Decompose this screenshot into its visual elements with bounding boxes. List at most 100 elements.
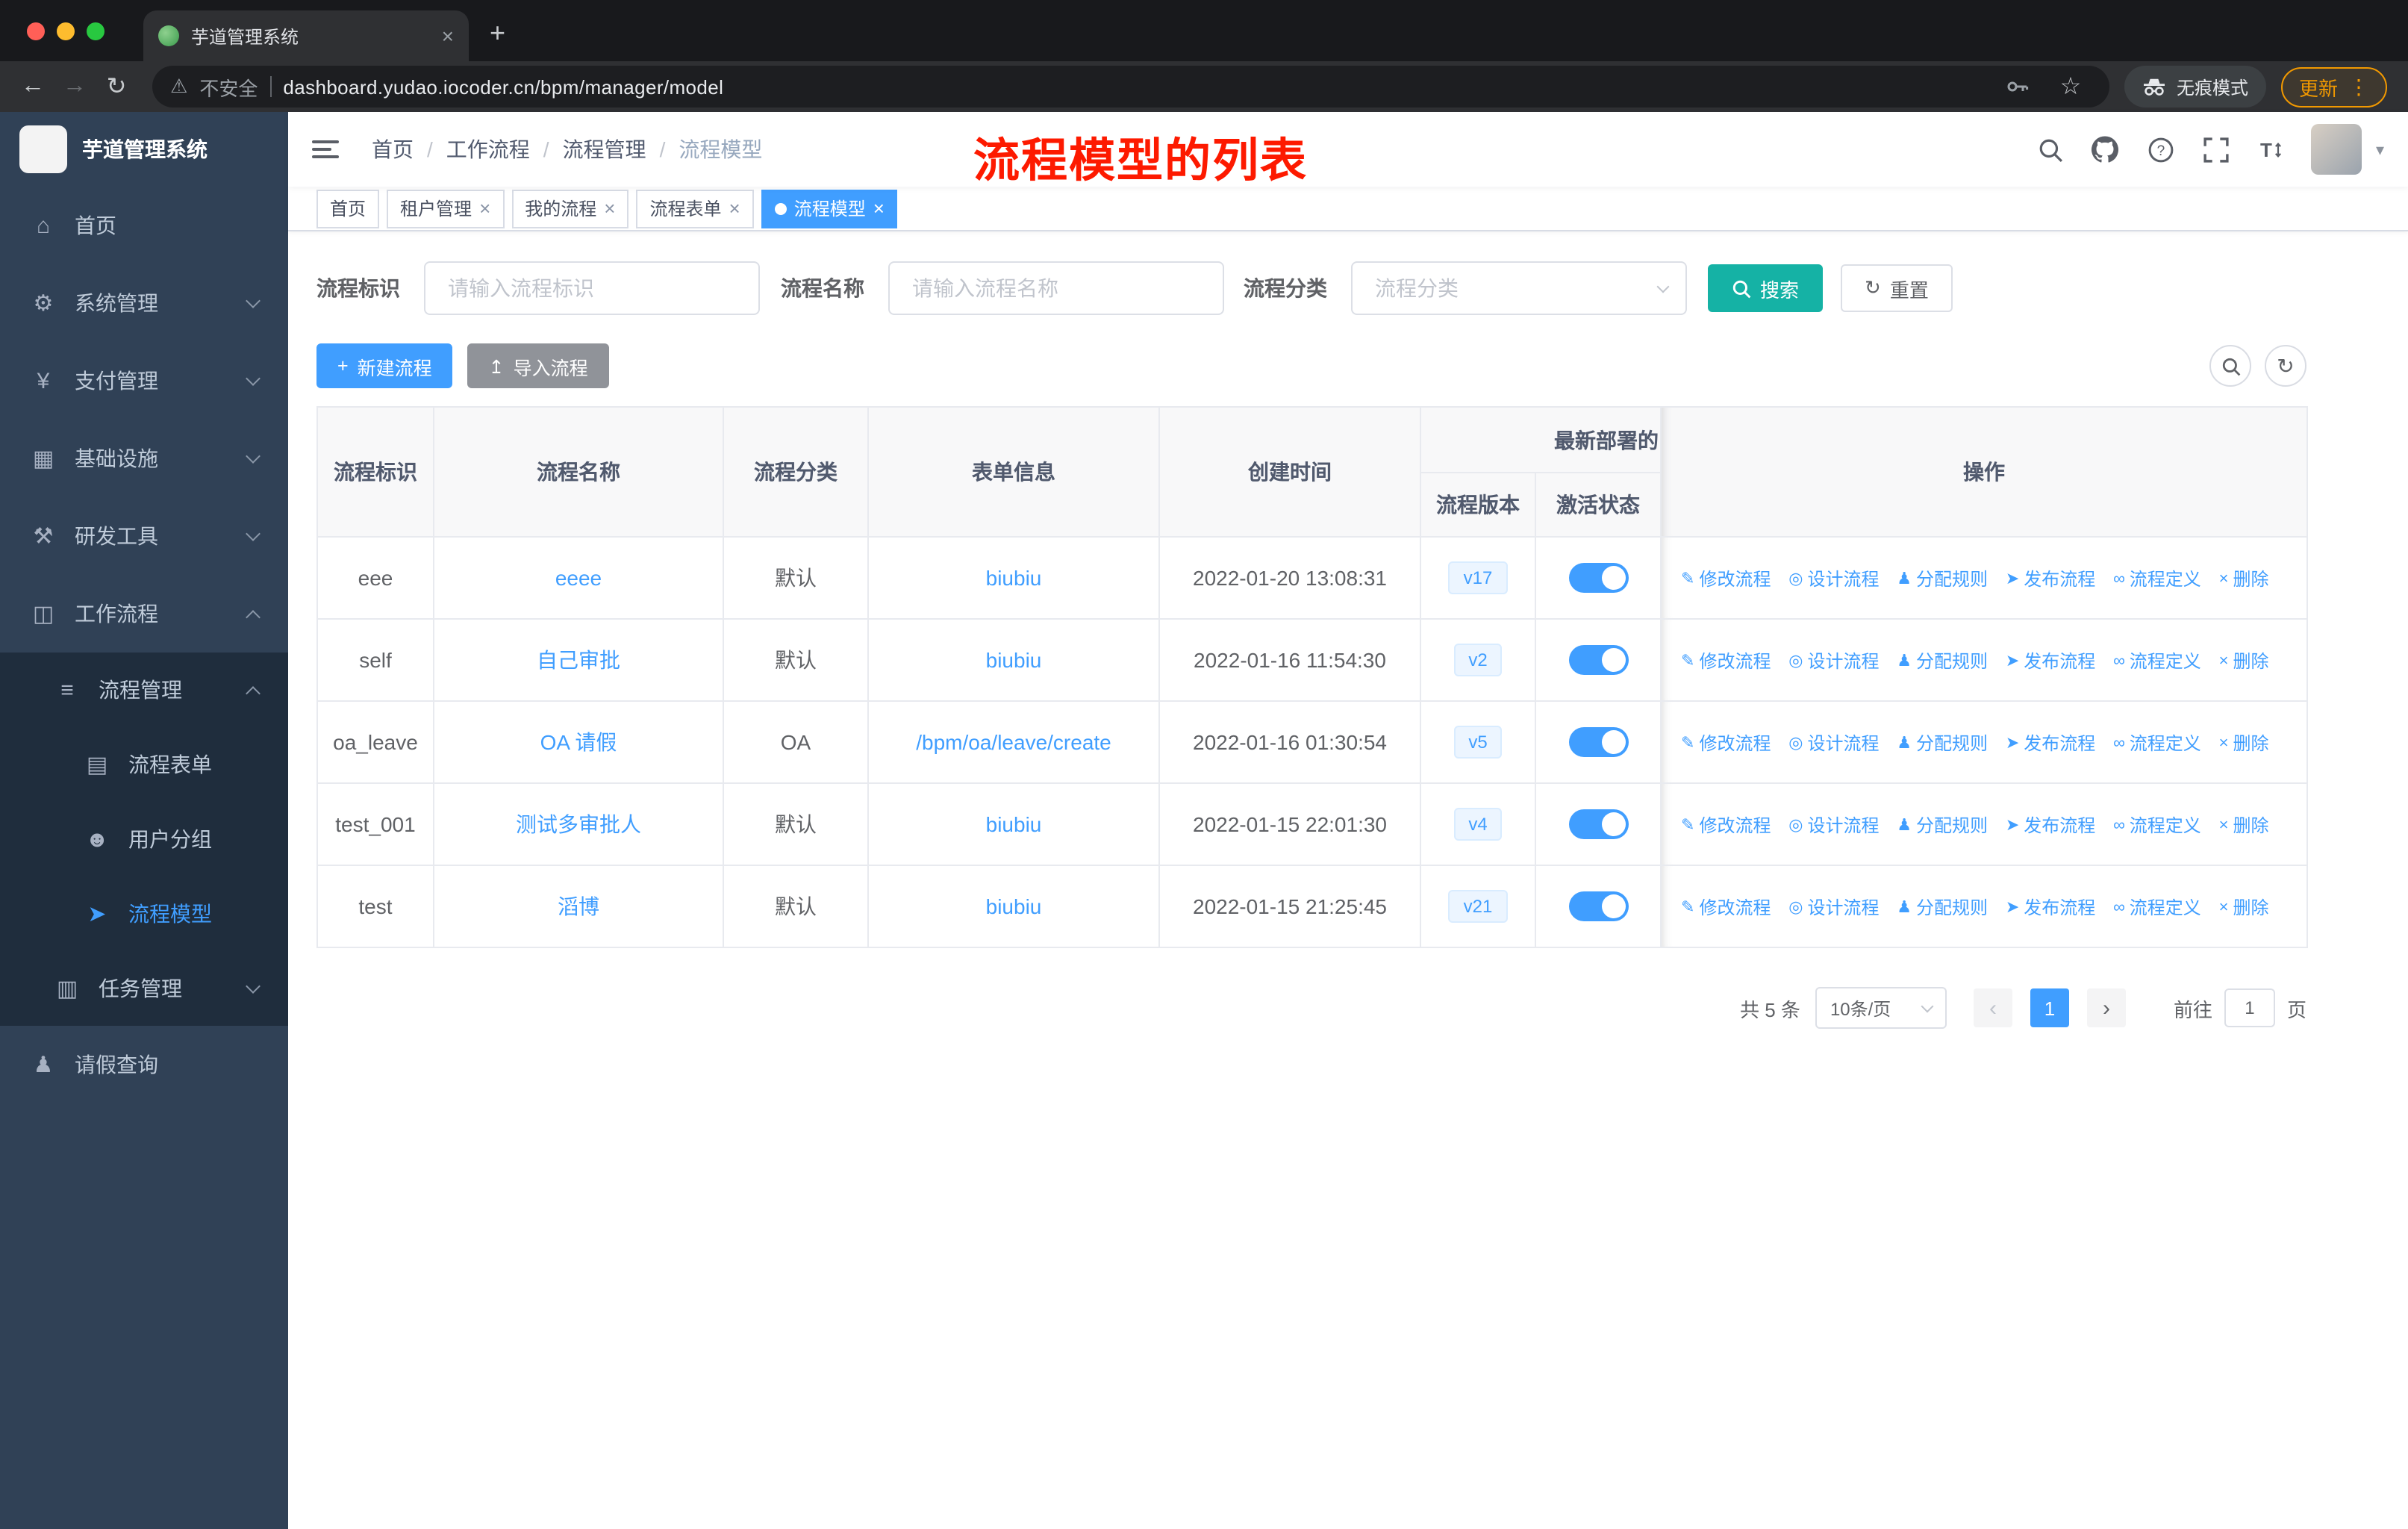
window-minimize-button[interactable] [57,22,75,40]
publish-process-link[interactable]: ➤ 发布流程 [2006,730,2095,756]
password-key-icon[interactable] [1996,66,2038,108]
avatar-caret-icon[interactable]: ▾ [2376,140,2384,159]
browser-tab[interactable]: 芋道管理系统 × [143,10,469,61]
modify-process-link[interactable]: ✎ 修改流程 [1681,730,1771,756]
design-process-link[interactable]: ◎ 设计流程 [1788,566,1879,591]
search-icon[interactable] [2036,134,2065,164]
current-page-button[interactable]: 1 [2030,988,2069,1027]
assign-rule-link[interactable]: ♟ 分配规则 [1897,730,1988,756]
breadcrumb-workflow[interactable]: 工作流程 [446,134,530,164]
process-definition-link[interactable]: ∞ 流程定义 [2113,895,2201,921]
tab-close-icon[interactable]: × [442,24,454,48]
refresh-table-button[interactable]: ↻ [2265,345,2306,387]
process-name-link[interactable]: 自己审批 [537,648,620,672]
window-zoom-button[interactable] [87,22,105,40]
sidebar-item-task-management[interactable]: ▥ 任务管理 [0,951,288,1026]
active-toggle[interactable] [1568,891,1628,921]
address-bar[interactable]: ⚠ 不安全 dashboard.yudao.iocoder.cn/bpm/man… [152,66,2109,108]
tag-home[interactable]: 首页 [316,189,380,228]
user-avatar[interactable] [2311,124,2362,175]
prev-page-button[interactable]: ‹ [1973,988,2012,1027]
tag-process-form[interactable]: 流程表单 × [636,189,754,228]
form-info-link[interactable]: biubiu [986,566,1042,590]
new-tab-button[interactable]: + [490,18,505,49]
sidebar-item-user-group[interactable]: ☻ 用户分组 [0,802,288,876]
breadcrumb-home[interactable]: 首页 [372,134,414,164]
sidebar-item-devtools[interactable]: ⚒ 研发工具 [0,497,288,575]
publish-process-link[interactable]: ➤ 发布流程 [2006,648,2095,673]
close-icon[interactable]: × [729,197,740,219]
process-name-link[interactable]: OA 请假 [540,730,617,754]
assign-rule-link[interactable]: ♟ 分配规则 [1897,894,1988,920]
form-info-link[interactable]: biubiu [986,894,1042,918]
modify-process-link[interactable]: ✎ 修改流程 [1681,812,1771,838]
delete-link[interactable]: × 删除 [2219,649,2269,674]
close-icon[interactable]: × [873,197,885,219]
import-process-button[interactable]: ↥ 导入流程 [467,343,609,388]
assign-rule-link[interactable]: ♟ 分配规则 [1897,566,1988,591]
create-process-button[interactable]: + 新建流程 [316,343,453,388]
url-text[interactable]: dashboard.yudao.iocoder.cn/bpm/manager/m… [283,75,723,98]
sidebar-item-home[interactable]: ⌂ 首页 [0,187,288,264]
sidebar-item-workflow[interactable]: ◫ 工作流程 [0,575,288,653]
breadcrumb-process-management[interactable]: 流程管理 [563,134,646,164]
process-definition-link[interactable]: ∞ 流程定义 [2113,649,2201,674]
form-info-link[interactable]: /bpm/oa/leave/create [916,730,1111,754]
security-label[interactable]: 不安全 [199,72,258,101]
sidebar-item-infrastructure[interactable]: ▦ 基础设施 [0,420,288,497]
active-toggle[interactable] [1568,645,1628,675]
publish-process-link[interactable]: ➤ 发布流程 [2006,812,2095,838]
next-page-button[interactable]: › [2086,988,2126,1027]
help-icon[interactable]: ? [2146,134,2176,164]
search-button[interactable]: 搜索 [1708,264,1824,312]
back-icon[interactable]: ← [12,66,54,108]
design-process-link[interactable]: ◎ 设计流程 [1788,812,1879,838]
sidebar-item-process-management[interactable]: ≡ 流程管理 [0,653,288,727]
modify-process-link[interactable]: ✎ 修改流程 [1681,894,1771,920]
process-name-input[interactable] [888,261,1224,315]
process-definition-link[interactable]: ∞ 流程定义 [2113,731,2201,756]
process-definition-link[interactable]: ∞ 流程定义 [2113,567,2201,592]
assign-rule-link[interactable]: ♟ 分配规则 [1897,648,1988,673]
process-name-link[interactable]: 滔博 [558,894,599,918]
delete-link[interactable]: × 删除 [2219,895,2269,921]
hamburger-icon[interactable] [312,140,339,158]
forward-icon[interactable]: → [54,66,96,108]
close-icon[interactable]: × [604,197,615,219]
page-size-select[interactable]: 10条/页 [1815,987,1947,1029]
sidebar-item-payment[interactable]: ¥ 支付管理 [0,342,288,420]
tag-my-process[interactable]: 我的流程 × [511,189,629,228]
active-toggle[interactable] [1568,563,1628,593]
publish-process-link[interactable]: ➤ 发布流程 [2006,894,2095,920]
sidebar-item-process-form[interactable]: ▤ 流程表单 [0,727,288,802]
delete-link[interactable]: × 删除 [2219,813,2269,838]
reset-button[interactable]: ↻ 重置 [1841,264,1953,312]
publish-process-link[interactable]: ➤ 发布流程 [2006,566,2095,591]
modify-process-link[interactable]: ✎ 修改流程 [1681,566,1771,591]
process-definition-link[interactable]: ∞ 流程定义 [2113,813,2201,838]
sidebar-item-system[interactable]: ⚙ 系统管理 [0,264,288,342]
goto-page-input[interactable] [2224,988,2275,1027]
category-select[interactable]: 流程分类 [1351,261,1687,315]
form-info-link[interactable]: biubiu [986,648,1042,672]
toggle-search-button[interactable] [2209,345,2251,387]
active-toggle[interactable] [1568,809,1628,839]
process-name-link[interactable]: 测试多审批人 [516,812,641,836]
bookmark-star-icon[interactable]: ☆ [2050,66,2092,108]
active-toggle[interactable] [1568,727,1628,757]
font-size-icon[interactable]: T [2256,134,2286,164]
modify-process-link[interactable]: ✎ 修改流程 [1681,648,1771,673]
close-icon[interactable]: × [479,197,490,219]
sidebar-item-process-model[interactable]: ➤ 流程模型 [0,876,288,951]
delete-link[interactable]: × 删除 [2219,567,2269,592]
process-id-input[interactable] [424,261,760,315]
process-name-link[interactable]: eeee [555,566,602,590]
fullscreen-icon[interactable] [2201,134,2231,164]
github-icon[interactable] [2091,134,2121,164]
reload-icon[interactable]: ↻ [96,66,137,108]
design-process-link[interactable]: ◎ 设计流程 [1788,894,1879,920]
form-info-link[interactable]: biubiu [986,812,1042,836]
design-process-link[interactable]: ◎ 设计流程 [1788,648,1879,673]
tag-tenant-management[interactable]: 租户管理 × [387,189,505,228]
tag-process-model[interactable]: 流程模型 × [761,189,898,228]
